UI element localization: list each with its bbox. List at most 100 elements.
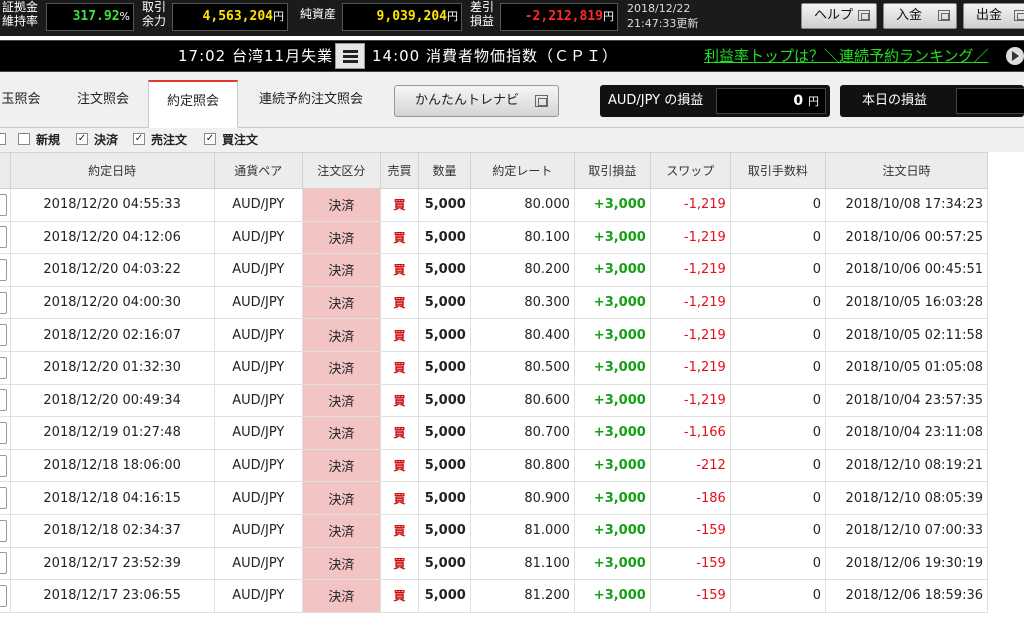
ranking-link[interactable]: 利益率トップは？＼連続予約ランキング／ (704, 41, 989, 71)
fee-cell: 0 (729, 188, 827, 222)
table-row[interactable]: 2018/12/20 00:49:34 AUD/JPY 決済買 5,000 80.600… (0, 383, 988, 418)
table-row[interactable]: 2018/12/20 04:55:33 AUD/JPY 決済買 5,000 80.000… (0, 188, 988, 222)
tab-contracts[interactable]: 約定照会 (148, 80, 238, 128)
table-row[interactable]: 2018/12/20 04:03:22 AUD/JPY 決済買 5,000 80.200… (0, 253, 988, 287)
contract-time-cell: 2018/12/17 23:52:39 (9, 546, 215, 581)
swap-cell: -159 (649, 546, 731, 581)
trade-pl-cell: +3,000 (573, 350, 651, 385)
column-header-currency-pair[interactable]: 通貨ペア (213, 152, 303, 189)
row-select-button[interactable] (0, 487, 7, 510)
rate-cell: 80.900 (469, 481, 575, 515)
contract-time-cell: 2018/12/18 04:16:15 (9, 481, 215, 515)
row-select-button[interactable] (0, 584, 7, 607)
row-select-cell (0, 416, 11, 450)
fee-cell: 0 (729, 253, 827, 287)
trade-pl-cell: +3,000 (573, 188, 651, 222)
column-header-rate[interactable]: 約定レート (469, 152, 575, 189)
row-select-button[interactable] (0, 421, 7, 444)
table-row[interactable]: 2018/12/20 02:16:07 AUD/JPY 決済買 5,000 80.400… (0, 318, 988, 352)
table-row[interactable]: 2018/12/20 01:32:30 AUD/JPY 決済買 5,000 80.500… (0, 350, 988, 385)
column-header-quantity[interactable]: 数量 (418, 152, 471, 189)
row-select-button[interactable] (0, 226, 7, 249)
contract-time-cell: 2018/12/17 23:06:55 (9, 579, 215, 613)
row-select-cell (0, 350, 11, 385)
row-select-button[interactable] (0, 324, 7, 347)
window-icon (1014, 10, 1024, 21)
trade-pl-cell: +3,000 (573, 383, 651, 418)
table-row[interactable]: 2018/12/17 23:52:39 AUD/JPY 決済買 5,000 81.100… (0, 546, 988, 581)
table-row[interactable]: 2018/12/18 02:34:37 AUD/JPY 決済買 5,000 81.000… (0, 513, 988, 548)
trade-pl-cell: +3,000 (573, 579, 651, 613)
account-summary-bar: 証拠金 維持率 317.92% 取引 余力 4,563,204円 純資産 9,039… (0, 0, 1024, 36)
help-button[interactable]: ヘルプ (801, 3, 877, 29)
filter-new-checkbox[interactable] (18, 133, 30, 145)
filter-checkbox[interactable] (0, 133, 6, 145)
window-icon (858, 10, 870, 21)
net-assets-label: 純資産 (300, 7, 337, 21)
margin-ratio-label: 証拠金 維持率 (2, 0, 39, 28)
column-header-fee[interactable]: 取引手数料 (729, 152, 827, 189)
quantity-cell: 5,000 (418, 579, 471, 613)
last-updated: 2018/12/22 21:47:33更新 (627, 2, 699, 30)
table-body: 2018/12/20 04:55:33 AUD/JPY 決済買 5,000 80.000… (0, 188, 988, 613)
column-header-trade-pl[interactable]: 取引損益 (573, 152, 651, 189)
row-select-button[interactable] (0, 258, 7, 281)
tab-bar: 玉照会 注文照会 約定照会 連続予約注文照会 かんたんトレナビ AUD/JPY … (0, 72, 1024, 128)
column-header-order-time[interactable]: 注文日時 (825, 152, 988, 189)
rate-cell: 80.700 (469, 416, 575, 450)
net-pl-value: -2,212,819円 (500, 3, 618, 31)
table-row[interactable]: 2018/12/19 01:27:48 AUD/JPY 決済買 5,000 80.700… (0, 416, 988, 450)
order-type-cell: 決済 (301, 188, 381, 222)
order-type-cell: 決済 (301, 481, 381, 515)
filter-settle-label: 決済 (94, 133, 119, 147)
row-select-button[interactable] (0, 193, 7, 216)
table-row[interactable]: 2018/12/18 18:06:00 AUD/JPY 決済買 5,000 80.800… (0, 448, 988, 483)
table-row[interactable]: 2018/12/17 23:06:55 AUD/JPY 決済買 5,000 81.200… (0, 579, 988, 613)
contract-time-cell: 2018/12/18 18:06:00 (9, 448, 215, 483)
table-row[interactable]: 2018/12/20 04:12:06 AUD/JPY 決済買 5,000 80.100… (0, 220, 988, 255)
contract-time-cell: 2018/12/20 04:55:33 (9, 188, 215, 222)
swap-cell: -1,219 (649, 383, 731, 418)
pair-pl-label: AUD/JPY の損益 (608, 93, 704, 108)
row-select-button[interactable] (0, 291, 7, 314)
filter-buy-checkbox[interactable]: ✓ (204, 133, 216, 145)
swap-cell: -1,219 (649, 220, 731, 255)
deposit-button[interactable]: 入金 (883, 3, 957, 29)
column-header-contract-time[interactable]: 約定日時 (9, 152, 215, 189)
fee-cell: 0 (729, 448, 827, 483)
tab-orders[interactable]: 注文照会 (66, 80, 140, 120)
withdraw-button[interactable]: 出金 (963, 3, 1024, 29)
order-type-cell: 決済 (301, 318, 381, 352)
quantity-cell: 5,000 (418, 448, 471, 483)
quantity-cell: 5,000 (418, 285, 471, 320)
side-cell: 買 (379, 285, 420, 320)
column-header-order-type[interactable]: 注文区分 (301, 152, 381, 189)
ticker-item[interactable]: 14:00 消費者物価指数（ＣＰＩ） (372, 41, 618, 71)
row-select-button[interactable] (0, 454, 7, 477)
trade-pl-cell: +3,000 (573, 285, 651, 320)
tab-recurring-orders[interactable]: 連続予約注文照会 (250, 80, 372, 120)
row-select-cell (0, 513, 11, 548)
row-select-button[interactable] (0, 519, 7, 542)
side-cell: 買 (379, 220, 420, 255)
quantity-cell: 5,000 (418, 481, 471, 515)
trade-pl-cell: +3,000 (573, 481, 651, 515)
table-row[interactable]: 2018/12/20 04:00:30 AUD/JPY 決済買 5,000 80.300… (0, 285, 988, 320)
menu-icon[interactable] (335, 43, 365, 69)
column-header-swap[interactable]: スワップ (649, 152, 731, 189)
fee-cell: 0 (729, 579, 827, 613)
filter-sell-checkbox[interactable]: ✓ (133, 133, 145, 145)
row-select-button[interactable] (0, 389, 7, 412)
chevron-right-icon[interactable] (1006, 47, 1024, 65)
tab-positions[interactable]: 玉照会 (0, 80, 46, 120)
filter-settle-checkbox[interactable]: ✓ (76, 133, 88, 145)
ticker-item[interactable]: 17:02 台湾11月失業率 (178, 41, 334, 71)
side-cell: 買 (379, 448, 420, 483)
order-type-cell: 決済 (301, 220, 381, 255)
row-select-button[interactable] (0, 356, 7, 379)
order-time-cell: 2018/10/08 17:34:23 (825, 188, 988, 222)
column-header-side[interactable]: 売買 (379, 152, 420, 189)
trade-navi-button[interactable]: かんたんトレナビ (394, 85, 559, 117)
row-select-button[interactable] (0, 552, 7, 575)
table-row[interactable]: 2018/12/18 04:16:15 AUD/JPY 決済買 5,000 80.900… (0, 481, 988, 515)
